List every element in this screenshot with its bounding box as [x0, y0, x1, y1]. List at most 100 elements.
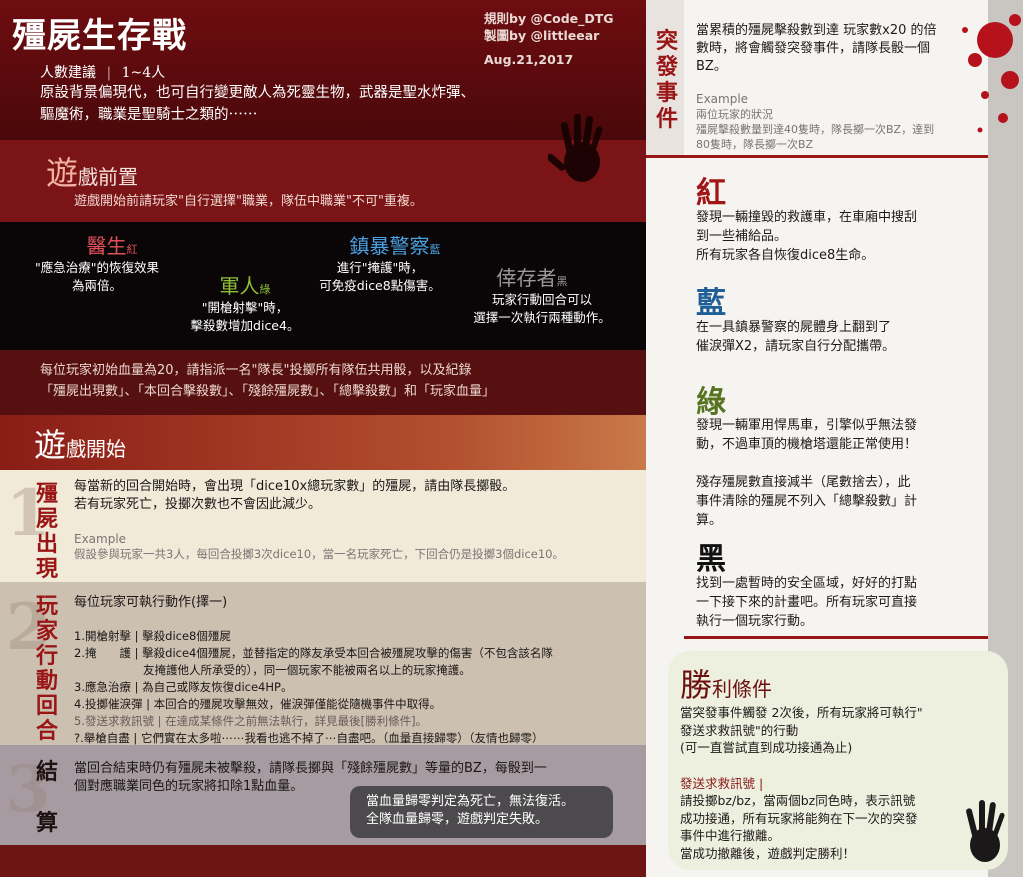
art-credit: 製圖by @littleear	[484, 28, 600, 43]
divider: |	[106, 65, 112, 81]
action-cover: 2.掩 護 | 擊殺dice4個殭屍，並替指定的隊友承受本回合被殭屍攻擊的傷害（…	[74, 646, 553, 660]
class-name: 鎮暴警察	[349, 234, 430, 258]
label-char: 回	[36, 693, 59, 719]
text-line: 數時，將會觸發突發事件，請隊長骰一個	[696, 41, 931, 56]
text-line: 當成功撤離後，遊戲判定勝利！	[680, 845, 856, 861]
class-desc: 可免疫dice8點傷害。	[319, 278, 441, 293]
setup-desc: 遊戲開始前請玩家"自行選擇"職業，隊伍中職業"不可"重複。	[74, 194, 423, 209]
text-line: 發送求救訊號"的行動	[680, 722, 799, 738]
label-char: 件	[656, 106, 679, 132]
label-char: 算	[36, 810, 59, 836]
divider	[684, 636, 988, 639]
page-title: 殭屍生存戰	[12, 16, 187, 56]
class-name: 軍人	[219, 274, 260, 298]
event-blue-text: 在一具鎮暴警察的屍體身上翻到了 催淚彈X2，請玩家自行分配攜帶。	[696, 318, 895, 356]
example-line: 兩位玩家的狀況	[696, 108, 773, 121]
class-name: 倖存者	[496, 266, 557, 290]
action-cover-cont: 友掩護他人所承受的），同一個玩家不能被兩名以上的玩家掩護。	[74, 663, 471, 677]
handprint-icon	[966, 800, 1005, 862]
blood-splatter-icon	[962, 14, 1021, 133]
label-char: 結	[36, 759, 59, 785]
class-desc: 選擇一次執行兩種動作。	[473, 310, 611, 325]
note-line: 全隊血量歸零，遊戲判定失敗。	[366, 812, 549, 827]
example-label: Example	[696, 92, 749, 106]
class-tag: 黑	[556, 275, 568, 288]
event-green-text: 發現一輛軍用悍馬車，引擎似乎無法發 動，不過車頂的機槍塔還能正常使用！ 殘存殭屍…	[696, 416, 917, 530]
step1-text: 每當新的回合開始時，會出現「dice10x總玩家數」的殭屍，請由隊長擲骰。 若有…	[74, 478, 515, 514]
label-char: 屍	[36, 506, 59, 532]
text-line: 事件中進行撤離。	[680, 828, 781, 843]
events-text: 當累積的殭屍擊殺數到達 玩家數x20 的倍 數時，將會觸發突發事件，請隊長骰一個…	[696, 22, 937, 76]
events-label: 突 發 事 件	[656, 28, 682, 132]
credits: 規則by @Code_DTG 製圖by @littleear Aug.21,20…	[484, 10, 614, 68]
action-suicide: ?.舉槍自盡 | 它們實在太多啦⋯⋯我看也逃不掉了⋯自盡吧。（血量直接歸零）（友…	[74, 731, 544, 745]
step1-example: Example 假設參與玩家一共3人，每回合投擲3次dice10，當一名玩家死亡…	[74, 532, 564, 562]
class-soldier: 軍人綠 "開槍射擊"時， 擊殺數增加dice4。	[170, 270, 320, 335]
example-label: Example	[74, 532, 127, 546]
action-sos: 5.發送求救訊號 | 在達成某條件之前無法執行，詳見最後[勝利條件]。	[74, 714, 428, 728]
text-line: 當回合結束時仍有殭屍未被擊殺，請隊長擲與「殘餘殭屍數」等量的BZ，每骰到一	[74, 761, 547, 776]
text-line: 所有玩家各自恢復dice8生命。	[696, 248, 875, 263]
label-char: 家	[36, 618, 59, 644]
class-tag: 藍	[429, 243, 441, 256]
heading-rest: 利條件	[712, 677, 773, 701]
intro-line: 原設背景偏現代，也可自行變更敵人為死靈生物，武器是聖水炸彈、	[40, 85, 475, 101]
intro-line: 驅魔術，職業是聖騎士之類的⋯⋯	[40, 107, 258, 123]
rules-credit: 規則by @Code_DTG	[484, 11, 614, 26]
heading-initial: 遊	[34, 426, 67, 464]
text-line: 若有玩家死亡，投擲次數也不會因此減少。	[74, 497, 322, 512]
heading-rest: 戲開始	[66, 437, 127, 461]
label-char: 現	[36, 556, 59, 582]
heading-initial: 勝	[680, 666, 713, 704]
label-char: 出	[36, 531, 59, 557]
bottom-band	[0, 845, 646, 877]
players-value: 1~4人	[121, 65, 166, 81]
class-desc: 玩家行動回合可以	[491, 292, 592, 307]
action-shoot: 1.開槍射擊 | 擊殺dice8個殭屍	[74, 629, 231, 643]
label-char: 動	[36, 668, 59, 694]
example-line: 80隻時，隊長擲一次BZ	[696, 138, 814, 151]
text-line: 成功接通，所有玩家將能夠在下一次的突發	[680, 810, 918, 826]
action-list: 1.開槍射擊 | 擊殺dice8個殭屍 2.掩 護 | 擊殺dice4個殭屍，並…	[74, 628, 634, 747]
class-police: 鎮暴警察藍 進行"掩護"時， 可免疫dice8點傷害。	[300, 230, 460, 295]
label-char: 殭	[36, 481, 59, 507]
step1-label: 殭 屍 出 現	[36, 482, 62, 582]
divider	[646, 155, 988, 158]
class-name: 醫生	[86, 234, 127, 258]
text-line: 當突發事件觸發 2次後，所有玩家將可執行"	[680, 705, 923, 720]
text-line: 動，不過車頂的機槍塔還能正常使用！	[696, 437, 918, 452]
setup-heading: 遊戲前置	[46, 148, 138, 194]
example-line: 殭屍擊殺數量到達40隻時，隊長擲一次BZ，達到	[696, 123, 935, 136]
event-blue-title: 藍	[696, 286, 726, 321]
step3-label: 結 算	[36, 760, 62, 836]
class-desc: "應急治療"的恢復效果	[35, 260, 159, 275]
players-label: 人數建議	[40, 65, 96, 81]
events-example: Example 兩位玩家的狀況 殭屍擊殺數量到達40隻時，隊長擲一次BZ，達到 …	[696, 92, 934, 152]
class-survivor: 倖存者黑 玩家行動回合可以 選擇一次執行兩種動作。	[452, 262, 632, 327]
text-line: 每當新的回合開始時，會出現「dice10x總玩家數」的殭屍，請由隊長擲骰。	[74, 479, 516, 494]
text-line: 當累積的殭屍擊殺數到達 玩家數x20 的倍	[696, 23, 937, 38]
death-note: 當血量歸零判定為死亡，無法復活。 全隊血量歸零，遊戲判定失敗。	[350, 786, 613, 838]
action-heal: 3.應急治療 | 為自己或隊友恢復dice4HP。	[74, 680, 293, 694]
text-line: BZ。	[696, 59, 727, 74]
text-line: (可一直嘗試直到成功接通為止)	[680, 740, 853, 755]
example-text: 假設參與玩家一共3人，每回合投擲3次dice10，當一名玩家死亡，下回合仍是投擲…	[74, 547, 564, 561]
players-row: 人數建議 | 1~4人	[40, 62, 165, 82]
label-char: 事	[656, 80, 679, 106]
text-line: 在一具鎮暴警察的屍體身上翻到了	[696, 320, 892, 335]
action-teargas: 4.投擲催淚彈 | 本回合的殭屍攻擊無效，催淚彈僅能從隨機事件中取得。	[74, 697, 442, 711]
text-line: 殘存殭屍數直接減半（尾數捨去），此	[696, 475, 911, 490]
text-line: 算。	[696, 513, 723, 528]
label-char: 合	[36, 718, 59, 744]
event-red-text: 發現一輛撞毀的救護車，在車廂中搜刮 到一些補給品。 所有玩家各自恢復dice8生…	[696, 208, 917, 265]
hp-text: 每位玩家初始血量為20，請指派一名"隊長"投擲所有隊伍共用骰，以及紀錄 「殭屍出…	[40, 360, 495, 402]
event-red-title: 紅	[696, 176, 726, 211]
win-text: 當突發事件觸發 2次後，所有玩家將可執行" 發送求救訊號"的行動 (可一直嘗試直…	[680, 704, 923, 862]
class-desc: 擊殺數增加dice4。	[190, 318, 300, 333]
text-line: 發現一輛軍用悍馬車，引擎似乎無法發	[696, 418, 918, 433]
start-heading: 遊戲開始	[34, 420, 126, 466]
step2-title: 每位玩家可執行動作(擇一)	[74, 595, 228, 610]
text-line: 事件清除的殭屍不列入「總擊殺數」計	[696, 494, 918, 509]
